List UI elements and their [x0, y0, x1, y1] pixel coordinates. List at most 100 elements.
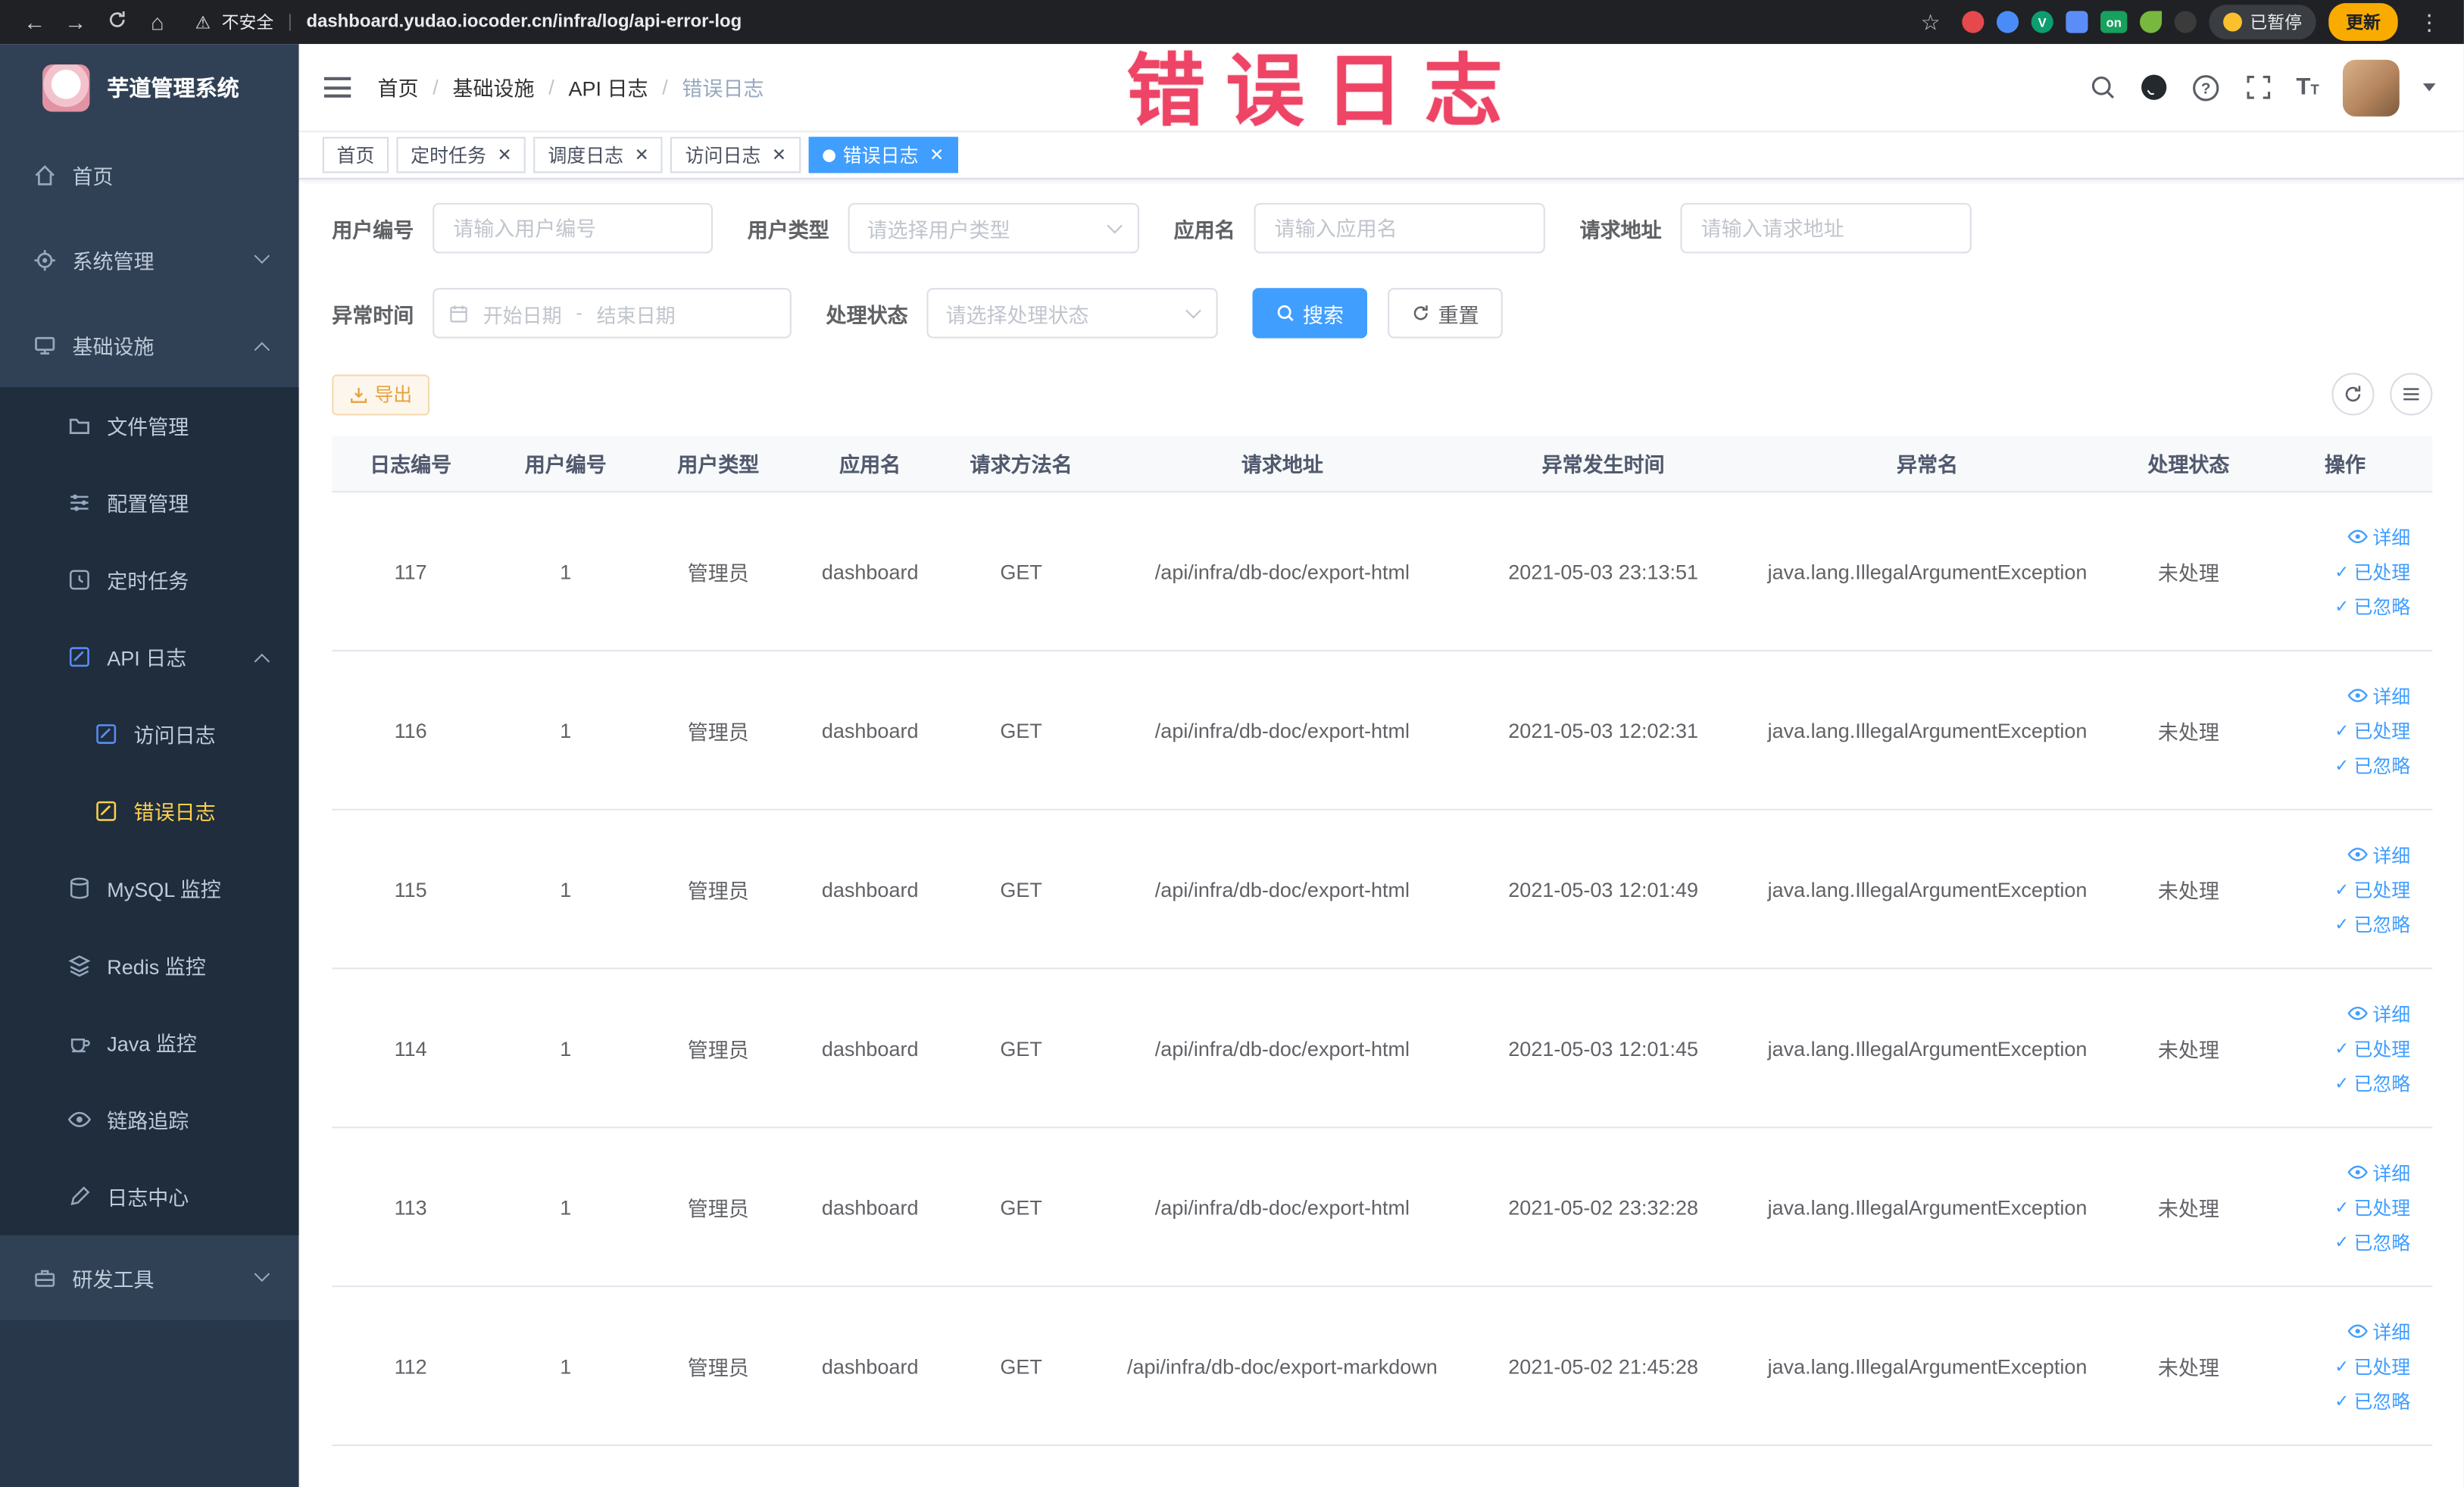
detail-link[interactable]: 详细 — [2347, 1000, 2410, 1026]
tab-scheduled-tasks[interactable]: 定时任务 ✕ — [396, 136, 526, 173]
column-header: 请求地址 — [1241, 453, 1323, 477]
sidebar-item-link-tracing[interactable]: 链路追踪 — [0, 1081, 299, 1158]
github-icon[interactable] — [2141, 73, 2169, 102]
extension-icon-grid[interactable] — [2066, 11, 2088, 33]
cell-log-id: 112 — [394, 1354, 427, 1378]
breadcrumb-item[interactable]: 基础设施 — [452, 73, 534, 102]
tab-error-log[interactable]: 错误日志 ✕ — [808, 136, 958, 173]
browser-forward-icon[interactable]: → — [57, 9, 95, 34]
tab-close-icon[interactable]: ✕ — [929, 145, 944, 165]
cell-process-status: 未处理 — [2157, 561, 2219, 585]
sidebar-item-scheduled-tasks[interactable]: 定时任务 — [0, 542, 299, 619]
mark-ignored-link[interactable]: ✓ 已忽略 — [2334, 1228, 2410, 1254]
check-icon: ✓ — [2334, 721, 2350, 741]
logo-rabbit-avatar — [42, 64, 90, 112]
cell-request-method: GET — [1000, 1354, 1042, 1378]
filter-request-url: 请求地址 — [1580, 202, 1972, 254]
column-settings-button[interactable] — [2390, 373, 2433, 416]
tab-schedule-log[interactable]: 调度日志 ✕ — [533, 136, 664, 173]
help-icon[interactable]: ? — [2192, 73, 2220, 102]
pencil-icon — [70, 1186, 90, 1206]
reset-button[interactable]: 重置 — [1388, 288, 1503, 339]
sidebar-item-log-center[interactable]: 日志中心 — [0, 1158, 299, 1236]
mark-processed-link[interactable]: ✓ 已处理 — [2334, 558, 2410, 584]
fullscreen-icon[interactable] — [2244, 73, 2272, 102]
extension-icon-paw[interactable] — [2174, 11, 2197, 33]
chrome-update-button[interactable]: 更新 — [2328, 3, 2398, 42]
search-button[interactable]: 搜索 — [1252, 288, 1368, 339]
process-status-select[interactable]: 请选择处理状态 — [926, 288, 1218, 339]
extension-icon-red[interactable] — [1962, 11, 1985, 33]
browser-reload-icon[interactable] — [98, 9, 136, 34]
bookmark-star-icon[interactable]: ☆ — [1912, 8, 1950, 35]
table-row: 113 1 管理员 dashboard GET /api/infra/db-do… — [332, 1128, 2433, 1288]
sidebar-item-java-monitor[interactable]: Java 监控 — [0, 1004, 299, 1081]
user-avatar[interactable] — [2342, 58, 2400, 116]
tab-access-log[interactable]: 访问日志 ✕ — [670, 136, 801, 173]
profile-paused-badge[interactable]: 已暂停 — [2209, 5, 2316, 39]
mark-processed-link[interactable]: ✓ 已处理 — [2334, 717, 2410, 743]
sidebar-item-mysql-monitor[interactable]: MySQL 监控 — [0, 850, 299, 927]
search-icon[interactable] — [2088, 73, 2116, 102]
address-bar[interactable]: ⚠ 不安全 | dashboard.yudao.iocoder.cn/infra… — [195, 9, 1893, 34]
date-range-picker[interactable]: 开始日期 - 结束日期 — [433, 288, 792, 339]
main-panel: 首页 / 基础设施 / API 日志 / 错误日志 ? TT 首页 定时任务 ✕… — [298, 44, 2464, 1487]
extension-icon-leaf[interactable] — [2139, 11, 2163, 33]
tab-close-icon[interactable]: ✕ — [497, 145, 511, 165]
cell-exception-time: 2021-05-02 23:32:28 — [1508, 1195, 1699, 1219]
mark-ignored-link[interactable]: ✓ 已忽略 — [2334, 911, 2410, 937]
check-icon: ✓ — [2334, 597, 2350, 617]
extension-icon-drop[interactable] — [1996, 11, 2019, 33]
mark-ignored-link[interactable]: ✓ 已忽略 — [2334, 1387, 2410, 1414]
tab-close-icon[interactable]: ✕ — [772, 145, 786, 165]
extension-icon-on-badge[interactable]: on — [2100, 11, 2128, 33]
chevron-down-icon — [1185, 302, 1201, 319]
detail-link[interactable]: 详细 — [2347, 1318, 2410, 1345]
browser-home-icon[interactable]: ⌂ — [139, 9, 176, 34]
detail-link[interactable]: 详细 — [2347, 682, 2410, 708]
breadcrumb-item[interactable]: 首页 — [378, 73, 419, 102]
cell-exception-name: java.lang.IllegalArgumentException — [1767, 1036, 2088, 1060]
mark-processed-link[interactable]: ✓ 已处理 — [2334, 1194, 2410, 1220]
mark-processed-link[interactable]: ✓ 已处理 — [2334, 1352, 2410, 1379]
tab-close-icon[interactable]: ✕ — [635, 145, 649, 165]
sidebar-item-error-log[interactable]: 错误日志 — [0, 773, 299, 850]
detail-link[interactable]: 详细 — [2347, 1159, 2410, 1186]
mark-processed-link[interactable]: ✓ 已处理 — [2334, 1035, 2410, 1061]
extension-icon-v[interactable]: V — [2031, 11, 2053, 33]
sidebar-item-dev-tools[interactable]: 研发工具 — [0, 1236, 299, 1320]
mark-ignored-link[interactable]: ✓ 已忽略 — [2334, 1069, 2410, 1095]
mark-ignored-link[interactable]: ✓ 已忽略 — [2334, 592, 2410, 619]
table-row: 116 1 管理员 dashboard GET /api/infra/db-do… — [332, 651, 2433, 811]
refresh-button[interactable] — [2331, 373, 2375, 416]
chrome-menu-icon[interactable]: ⋮ — [2410, 8, 2448, 35]
mark-ignored-link[interactable]: ✓ 已忽略 — [2334, 751, 2410, 778]
tab-home[interactable]: 首页 — [322, 136, 389, 173]
sidebar-item-file-management[interactable]: 文件管理 — [0, 387, 299, 464]
breadcrumb-item[interactable]: API 日志 — [568, 73, 648, 102]
detail-link[interactable]: 详细 — [2347, 523, 2410, 550]
avatar-dropdown-icon[interactable] — [2422, 83, 2436, 92]
mark-processed-link[interactable]: ✓ 已处理 — [2334, 876, 2410, 902]
sidebar-item-access-log[interactable]: 访问日志 — [0, 695, 299, 773]
app-logo[interactable]: 芋道管理系统 — [0, 44, 299, 132]
sidebar-item-home[interactable]: 首页 — [0, 132, 299, 217]
export-button[interactable]: 导出 — [332, 373, 430, 415]
request-url-input[interactable] — [1680, 202, 1972, 254]
sidebar-item-label: 访问日志 — [133, 723, 216, 748]
cell-request-url: /api/infra/db-doc/export-html — [1154, 559, 1410, 583]
sidebar-item-api-logs[interactable]: API 日志 — [0, 618, 299, 695]
sidebar-toggle-icon[interactable] — [323, 77, 351, 98]
detail-link[interactable]: 详细 — [2347, 841, 2410, 867]
sidebar-item-config-management[interactable]: 配置管理 — [0, 464, 299, 542]
sidebar-item-redis-monitor[interactable]: Redis 监控 — [0, 926, 299, 1004]
app-name-input[interactable] — [1254, 202, 1545, 254]
sidebar-item-system-management[interactable]: 系统管理 — [0, 217, 299, 302]
user-id-input[interactable] — [433, 202, 714, 254]
font-size-icon[interactable]: TT — [2296, 74, 2319, 101]
user-type-select[interactable]: 请选择用户类型 — [848, 202, 1139, 254]
monitor-icon — [35, 336, 55, 354]
cell-process-status: 未处理 — [2157, 1037, 2219, 1062]
sidebar-item-infrastructure[interactable]: 基础设施 — [0, 302, 299, 387]
browser-back-icon[interactable]: ← — [16, 9, 54, 34]
